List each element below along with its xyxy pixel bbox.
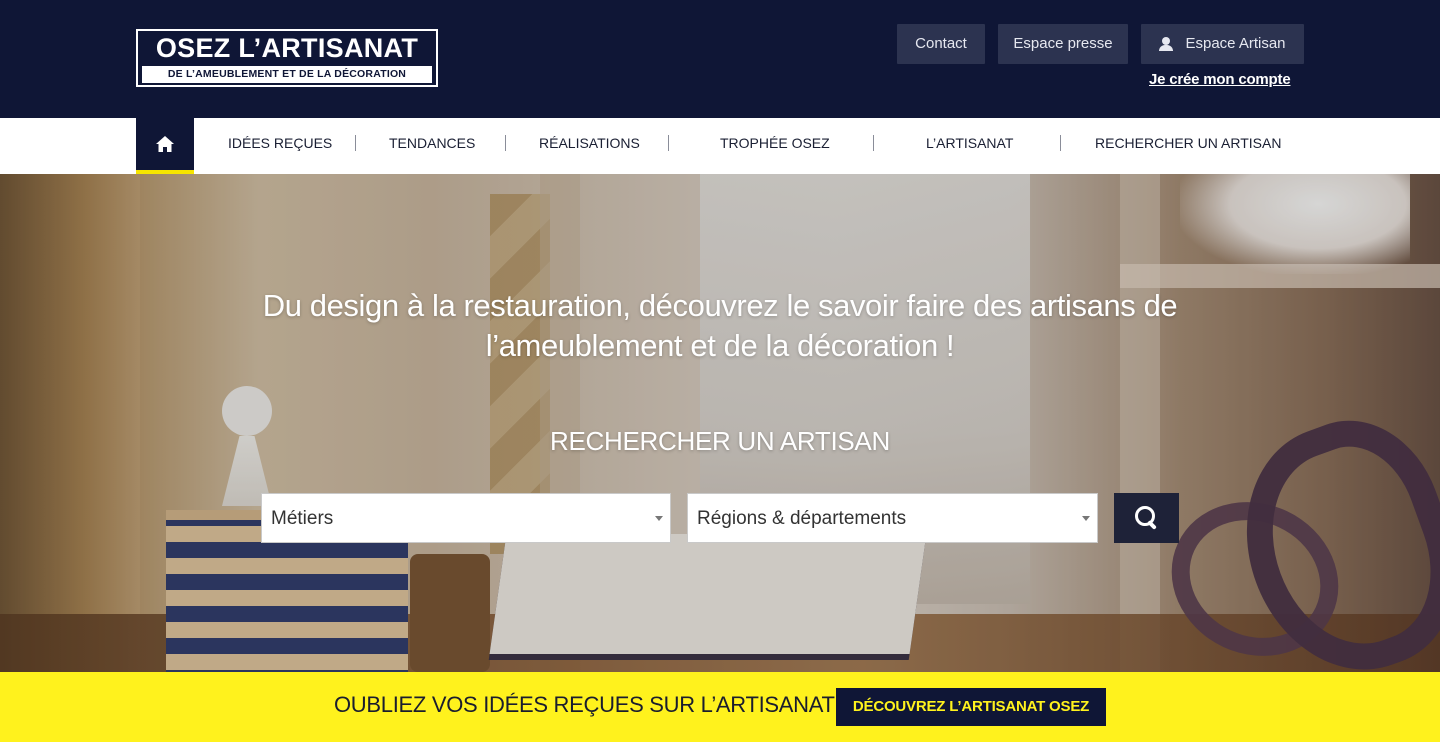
main-nav: IDÉES REÇUES TENDANCES RÉALISATIONS TROP… — [0, 118, 1440, 174]
search-heading: RECHERCHER UN ARTISAN — [550, 426, 890, 456]
create-account-link[interactable]: Je crée mon compte — [1149, 71, 1291, 88]
metiers-select[interactable]: Métiers — [261, 493, 671, 543]
search-button[interactable] — [1114, 493, 1179, 543]
promo-banner: OUBLIEZ VOS IDÉES REÇUES SUR L’ARTISANAT… — [0, 672, 1440, 742]
hero-title: Du design à la restauration, découvrez l… — [262, 288, 1178, 363]
espace-artisan-button[interactable]: Espace Artisan — [1141, 24, 1304, 64]
home-button[interactable] — [136, 118, 194, 174]
espace-artisan-label: Espace Artisan — [1185, 35, 1286, 52]
nav-separator — [1060, 135, 1061, 151]
chevron-down-icon — [1082, 516, 1090, 521]
logo-subtitle: DE L’AMEUBLEMENT ET DE LA DÉCORATION — [142, 66, 432, 83]
user-icon — [1159, 37, 1174, 51]
regions-select-value: Régions & départements — [697, 508, 907, 529]
nav-separator — [355, 135, 356, 151]
nav-item-trophee-osez[interactable]: TROPHÉE OSEZ — [720, 118, 830, 170]
nav-item-realisations[interactable]: RÉALISATIONS — [539, 118, 640, 170]
hero-section: Du design à la restauration, découvrez l… — [0, 174, 1440, 672]
top-header: OSEZ L’ARTISANAT DE L’AMEUBLEMENT ET DE … — [0, 0, 1440, 118]
contact-button[interactable]: Contact — [897, 24, 985, 64]
chevron-down-icon — [655, 516, 663, 521]
banner-text: OUBLIEZ VOS IDÉES REÇUES SUR L’ARTISANAT… — [334, 692, 846, 717]
nav-item-rechercher-artisan[interactable]: RECHERCHER UN ARTISAN — [1095, 118, 1281, 170]
nav-separator — [668, 135, 669, 151]
decouvrez-artisanat-button[interactable]: DÉCOUVREZ L’ARTISANAT OSEZ — [836, 688, 1106, 726]
nav-item-artisanat[interactable]: L’ARTISANAT — [926, 118, 1013, 170]
nav-separator — [873, 135, 874, 151]
regions-select[interactable]: Régions & départements — [687, 493, 1098, 543]
metiers-select-value: Métiers — [271, 508, 334, 529]
nav-separator — [505, 135, 506, 151]
home-icon — [156, 136, 174, 152]
nav-item-idees-recues[interactable]: IDÉES REÇUES — [228, 118, 332, 170]
logo[interactable]: OSEZ L’ARTISANAT DE L’AMEUBLEMENT ET DE … — [136, 29, 438, 87]
espace-presse-button[interactable]: Espace presse — [998, 24, 1128, 64]
logo-title: OSEZ L’ARTISANAT — [155, 33, 419, 63]
search-icon — [1134, 506, 1159, 530]
nav-item-tendances[interactable]: TENDANCES — [389, 118, 475, 170]
